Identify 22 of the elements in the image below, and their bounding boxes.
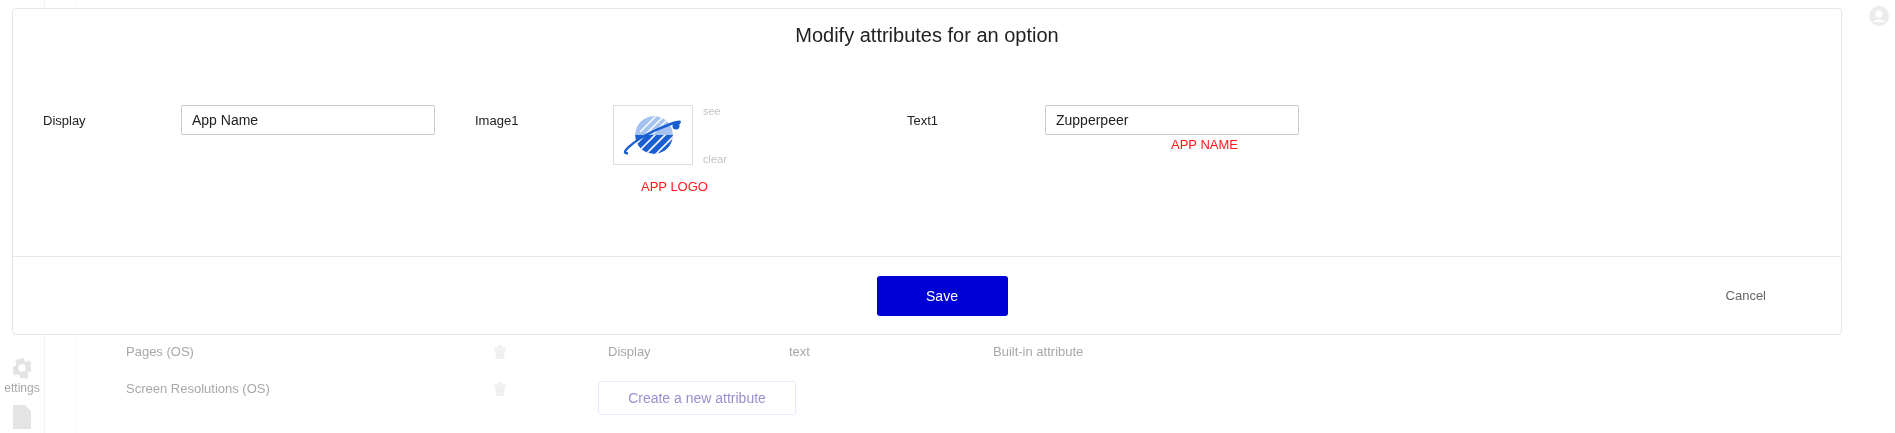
settings-label[interactable]: ettings: [4, 381, 40, 395]
attribute-set-item[interactable]: Screen Resolutions (OS): [126, 381, 270, 396]
field-note: APP NAME: [1171, 137, 1239, 152]
field-label: Image1: [475, 112, 520, 128]
image-action-link[interactable]: see: [703, 105, 727, 117]
attribute-type: text: [789, 344, 811, 359]
save-button[interactable]: Save: [876, 275, 1008, 316]
attribute-note: Built-in attribute: [993, 344, 1084, 359]
cancel-link[interactable]: Cancel: [1725, 288, 1766, 303]
field-note: APP LOGO: [641, 179, 709, 194]
attribute-name: Display: [608, 344, 652, 359]
attribute-set-item[interactable]: Pages (OS): [126, 344, 194, 359]
field-label: Text1: [907, 112, 940, 128]
text-field[interactable]: Zupperpeer: [1045, 105, 1299, 135]
text-field[interactable]: App Name: [181, 105, 435, 135]
field-label: Display: [43, 112, 87, 128]
image-action-link[interactable]: clear: [703, 153, 727, 165]
dialog-title: Modify attributes for an option: [794, 23, 1060, 48]
create-attribute-button[interactable]: Create a new attribute: [598, 381, 796, 415]
document-icon[interactable]: [13, 405, 31, 429]
image-preview[interactable]: [613, 105, 693, 165]
gear-icon[interactable]: [11, 357, 33, 379]
